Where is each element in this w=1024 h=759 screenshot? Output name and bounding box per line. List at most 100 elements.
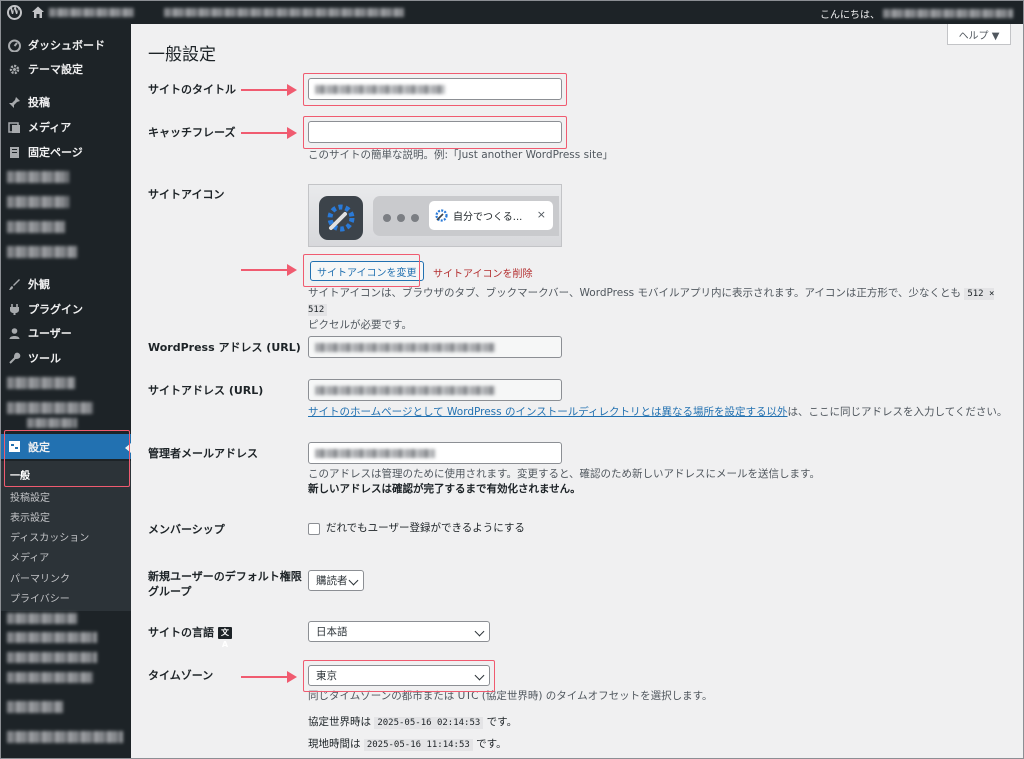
wordpress-address-input[interactable]	[308, 336, 562, 358]
sidebar-item-posts[interactable]: 投稿	[1, 91, 131, 113]
site-language-label: サイトの言語 文A	[148, 625, 232, 649]
page-title: 一般設定	[148, 45, 216, 65]
brush-icon	[7, 277, 21, 291]
timezone-label: タイムゾーン	[148, 669, 214, 682]
sidebar-item-redacted[interactable]	[7, 672, 93, 683]
user-greeting[interactable]: こんにちは、	[820, 6, 1013, 21]
site-address-label: サイトアドレス (URL)	[148, 384, 264, 397]
wordpress-logo-icon[interactable]: W	[7, 5, 22, 20]
sidebar-item-appearance[interactable]: 外観	[1, 273, 131, 295]
site-icon-preview: 自分でつくる... ×	[308, 184, 562, 247]
wrench-gear-logo-icon	[327, 204, 355, 232]
admin-email-description: このアドレスは管理のために使用されます。変更すると、確認のため新しいアドレスにメ…	[308, 468, 820, 495]
help-tab-button[interactable]: ヘルプ ▼	[947, 24, 1011, 45]
site-icon-description: サイトアイコンは、ブラウザのタブ、ブックマークバー、WordPress モバイル…	[308, 287, 995, 331]
tagline-description: このサイトの簡単な説明。例:「Just another WordPress si…	[308, 149, 614, 161]
url-value-redacted	[315, 386, 495, 395]
site-title-label: サイトのタイトル	[148, 83, 236, 96]
default-role-select[interactable]: 購読者	[308, 570, 364, 591]
sidebar-item-settings[interactable]: 設定	[1, 434, 131, 459]
page-icon	[7, 145, 21, 159]
site-address-help-link[interactable]: サイトのホームページとして WordPress のインストールディレクトリとは異…	[308, 406, 788, 418]
sidebar-item-redacted[interactable]	[7, 196, 69, 208]
sidebar-item-redacted[interactable]	[7, 402, 93, 414]
tagline-input[interactable]	[308, 121, 562, 143]
pointer-arrow	[241, 264, 297, 276]
admin-email-input[interactable]	[308, 442, 562, 464]
timezone-select[interactable]: 東京	[308, 665, 490, 686]
sidebar-item-redacted[interactable]	[7, 377, 75, 389]
settings-submenu: 一般 投稿設定 表示設定 ディスカッション メディア パーマリンク プライバシー	[1, 461, 131, 611]
dashboard-icon	[7, 38, 21, 52]
window-dot	[383, 214, 391, 222]
browser-tab: 自分でつくる... ×	[429, 201, 553, 230]
user-icon	[7, 326, 21, 340]
site-language-select[interactable]: 日本語	[308, 621, 490, 642]
site-icon-label: サイトアイコン	[148, 188, 225, 201]
wordpress-address-label: WordPress アドレス (URL)	[148, 341, 301, 354]
utc-time-readout: 協定世界時は 2025-05-16 02:14:53 です。	[308, 716, 518, 729]
sidebar-item-dashboard[interactable]: ダッシュボード	[1, 34, 131, 56]
screenshot-frame: W こんにちは、 ダッシュボード テーマ設定 投稿 メディア 固定ページ 外観 …	[0, 0, 1024, 759]
adminbar-item-redacted[interactable]	[164, 8, 404, 17]
admin-bar: W こんにちは、	[1, 1, 1023, 24]
close-icon: ×	[536, 208, 546, 221]
site-title-value-redacted	[315, 85, 445, 94]
sidebar-item-redacted[interactable]	[7, 632, 97, 643]
sidebar-item-redacted[interactable]	[7, 246, 77, 258]
sidebar-item-redacted[interactable]	[27, 418, 77, 428]
sidebar-item-media[interactable]: メディア	[1, 116, 131, 138]
timezone-description: 同じタイムゾーンの都市または UTC (協定世界時) のタイムオフセットを選択し…	[308, 690, 713, 702]
sidebar-item-redacted[interactable]	[7, 221, 65, 233]
settings-icon	[7, 440, 21, 454]
url-value-redacted	[315, 343, 495, 352]
sidebar-item-pages[interactable]: 固定ページ	[1, 141, 131, 163]
delete-site-icon-link[interactable]: サイトアイコンを削除	[433, 265, 533, 280]
admin-email-label: 管理者メールアドレス	[148, 447, 258, 460]
email-value-redacted	[315, 449, 435, 458]
main-content: ヘルプ ▼ 一般設定 サイトのタイトル キャッチフレーズ このサイトの簡単な説明…	[131, 24, 1023, 758]
admin-sidebar: ダッシュボード テーマ設定 投稿 メディア 固定ページ 外観 プラグイン ユーザ…	[1, 24, 131, 758]
sidebar-item-users[interactable]: ユーザー	[1, 322, 131, 344]
sidebar-item-redacted[interactable]	[7, 731, 123, 743]
submenu-item-discussion[interactable]: ディスカッション	[10, 529, 89, 544]
chevron-down-icon	[348, 575, 359, 586]
sidebar-item-theme-settings[interactable]: テーマ設定	[1, 58, 131, 80]
membership-checkbox-label[interactable]: だれでもユーザー登録ができるようにする	[326, 521, 525, 536]
window-dot	[397, 214, 405, 222]
chevron-down-icon	[474, 670, 485, 681]
membership-label: メンバーシップ	[148, 523, 225, 536]
sidebar-item-redacted[interactable]	[7, 171, 69, 183]
submenu-item-privacy[interactable]: プライバシー	[10, 590, 70, 605]
pointer-arrow	[241, 84, 297, 96]
sidebar-item-tools[interactable]: ツール	[1, 347, 131, 369]
submenu-item-reading[interactable]: 表示設定	[10, 509, 50, 524]
site-title-input[interactable]	[308, 78, 562, 100]
change-site-icon-button[interactable]: サイトアイコンを変更	[310, 261, 424, 281]
submenu-item-media[interactable]: メディア	[10, 549, 49, 564]
membership-checkbox[interactable]	[308, 523, 320, 535]
tagline-label: キャッチフレーズ	[148, 126, 236, 139]
submenu-item-general[interactable]: 一般	[10, 467, 30, 482]
browser-tab-preview: 自分でつくる... ×	[373, 196, 559, 236]
submenu-item-writing[interactable]: 投稿設定	[10, 489, 50, 504]
sidebar-item-redacted[interactable]	[7, 652, 97, 663]
sidebar-item-redacted[interactable]	[7, 613, 77, 624]
pointer-arrow	[241, 127, 297, 139]
site-address-description: サイトのホームページとして WordPress のインストールディレクトリとは異…	[308, 406, 1008, 418]
username-redacted	[883, 9, 1013, 18]
site-address-input[interactable]	[308, 379, 562, 401]
media-icon	[7, 120, 21, 134]
plugin-icon	[7, 302, 21, 316]
sidebar-item-plugins[interactable]: プラグイン	[1, 298, 131, 320]
sidebar-item-redacted[interactable]	[7, 701, 63, 713]
site-name-redacted[interactable]	[49, 8, 134, 17]
home-icon[interactable]	[31, 5, 45, 19]
submenu-item-permalinks[interactable]: パーマリンク	[10, 570, 70, 585]
pointer-arrow	[241, 671, 297, 683]
gear-icon	[7, 62, 21, 76]
chevron-down-icon	[474, 626, 485, 637]
window-dot	[411, 214, 419, 222]
wrench-icon	[7, 351, 21, 365]
translate-icon: 文A	[218, 626, 232, 649]
